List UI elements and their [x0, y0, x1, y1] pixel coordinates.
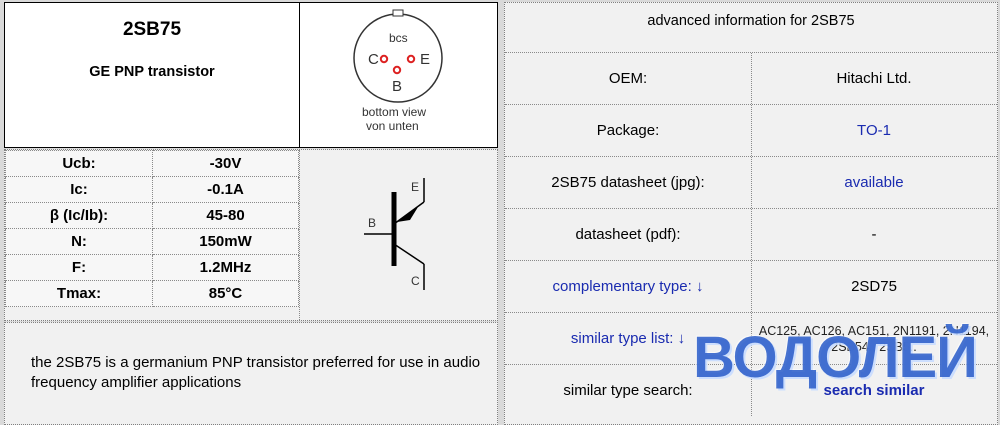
table-row: N: 150mW [5, 228, 299, 255]
page-title: 2SB75 [122, 19, 182, 40]
transistor-symbol: E B C [299, 150, 498, 320]
table-row: OEM: Hitachi Ltd. [505, 53, 997, 105]
param-value: 1.2MHz [152, 254, 299, 281]
complementary-type-value: 2SD75 [851, 278, 897, 295]
param-label: N: [5, 228, 153, 255]
pinout-diagram: bcs C E B bottom view von unten [299, 3, 498, 147]
description-text: the 2SB75 is a germanium PNP transistor … [31, 354, 481, 391]
table-row: Package: TO-1 [505, 105, 997, 157]
datasheet-pdf-value: - [871, 226, 877, 243]
symbol-collector-label: C [411, 274, 420, 288]
transistor-header: 2SB75 GE PNP transistor bcs C E B bottom… [4, 2, 498, 148]
datasheet-pdf-label: datasheet (pdf): [505, 209, 752, 260]
symbol-emitter-label: E [411, 180, 420, 194]
similar-type-list-link[interactable]: similar type list: ↓ [505, 313, 752, 364]
param-value: -0.1A [152, 176, 299, 203]
pin-c-dot-icon [379, 54, 389, 64]
table-row: Ucb: -30V [5, 150, 299, 177]
pin-e-label: E [420, 51, 431, 68]
symbol-base-label: B [368, 216, 377, 230]
oem-label: OEM: [505, 53, 752, 104]
pnp-symbol-icon [364, 178, 425, 290]
pin-order-label: bcs [389, 31, 408, 45]
table-row: complementary type: ↓ 2SD75 [505, 261, 997, 313]
datasheet-jpg-label: 2SB75 datasheet (jpg): [505, 157, 752, 208]
param-value: 45-80 [152, 202, 299, 229]
param-label: β (Ic/Ib): [5, 202, 153, 229]
package-label: Package: [505, 105, 752, 156]
table-row: 2SB75 datasheet (jpg): available [505, 157, 997, 209]
table-row: datasheet (pdf): - [505, 209, 997, 261]
title-cell: 2SB75 GE PNP transistor [5, 3, 299, 147]
case-tab-icon [392, 9, 404, 17]
table-row: F: 1.2MHz [5, 254, 299, 281]
advanced-heading-text: advanced information for 2SB75 [647, 13, 855, 29]
similar-type-list-value: AC125, AC126, AC151, 2N1191, 2N1194, 2SB… [758, 323, 990, 354]
table-row: similar type list: ↓ AC125, AC126, AC151… [505, 313, 997, 365]
parameters-panel: Ucb: -30V Ic: -0.1A β (Ic/Ib): 45-80 N: 150m… [4, 149, 498, 321]
table-row: similar type search: search similar [505, 365, 997, 423]
pinout-caption-de: von unten [366, 119, 419, 133]
similar-search-label: similar type search: [505, 365, 752, 416]
pin-b-label: B [392, 78, 403, 95]
pin-e-dot-icon [406, 54, 416, 64]
pin-c-label: C [368, 51, 379, 68]
datasheet-jpg-link[interactable]: available [751, 157, 997, 208]
package-link[interactable]: TO-1 [751, 105, 997, 156]
advanced-heading: advanced information for 2SB75 [505, 3, 997, 53]
description-panel: the 2SB75 is a germanium PNP transistor … [4, 322, 498, 425]
table-row: β (Ic/Ib): 45-80 [5, 202, 299, 229]
page-subtitle: GE PNP transistor [89, 64, 215, 80]
parameters-table: Ucb: -30V Ic: -0.1A β (Ic/Ib): 45-80 N: 150m… [5, 150, 299, 307]
param-label: F: [5, 254, 153, 281]
param-label: Ic: [5, 176, 153, 203]
table-row: Tmax: 85°C [5, 280, 299, 307]
pinout-caption-en: bottom view [362, 105, 427, 119]
complementary-type-link[interactable]: complementary type: ↓ [505, 261, 752, 312]
param-label: Tmax: [5, 280, 153, 307]
pin-b-dot-icon [392, 65, 402, 75]
table-row: Ic: -0.1A [5, 176, 299, 203]
advanced-info-panel: advanced information for 2SB75 OEM: Hita… [504, 2, 998, 425]
param-value: 85°C [152, 280, 299, 307]
search-similar-link[interactable]: search similar [751, 365, 997, 416]
param-value: -30V [152, 150, 299, 177]
param-label: Ucb: [5, 150, 153, 177]
oem-value: Hitachi Ltd. [836, 70, 912, 87]
param-value: 150mW [152, 228, 299, 255]
